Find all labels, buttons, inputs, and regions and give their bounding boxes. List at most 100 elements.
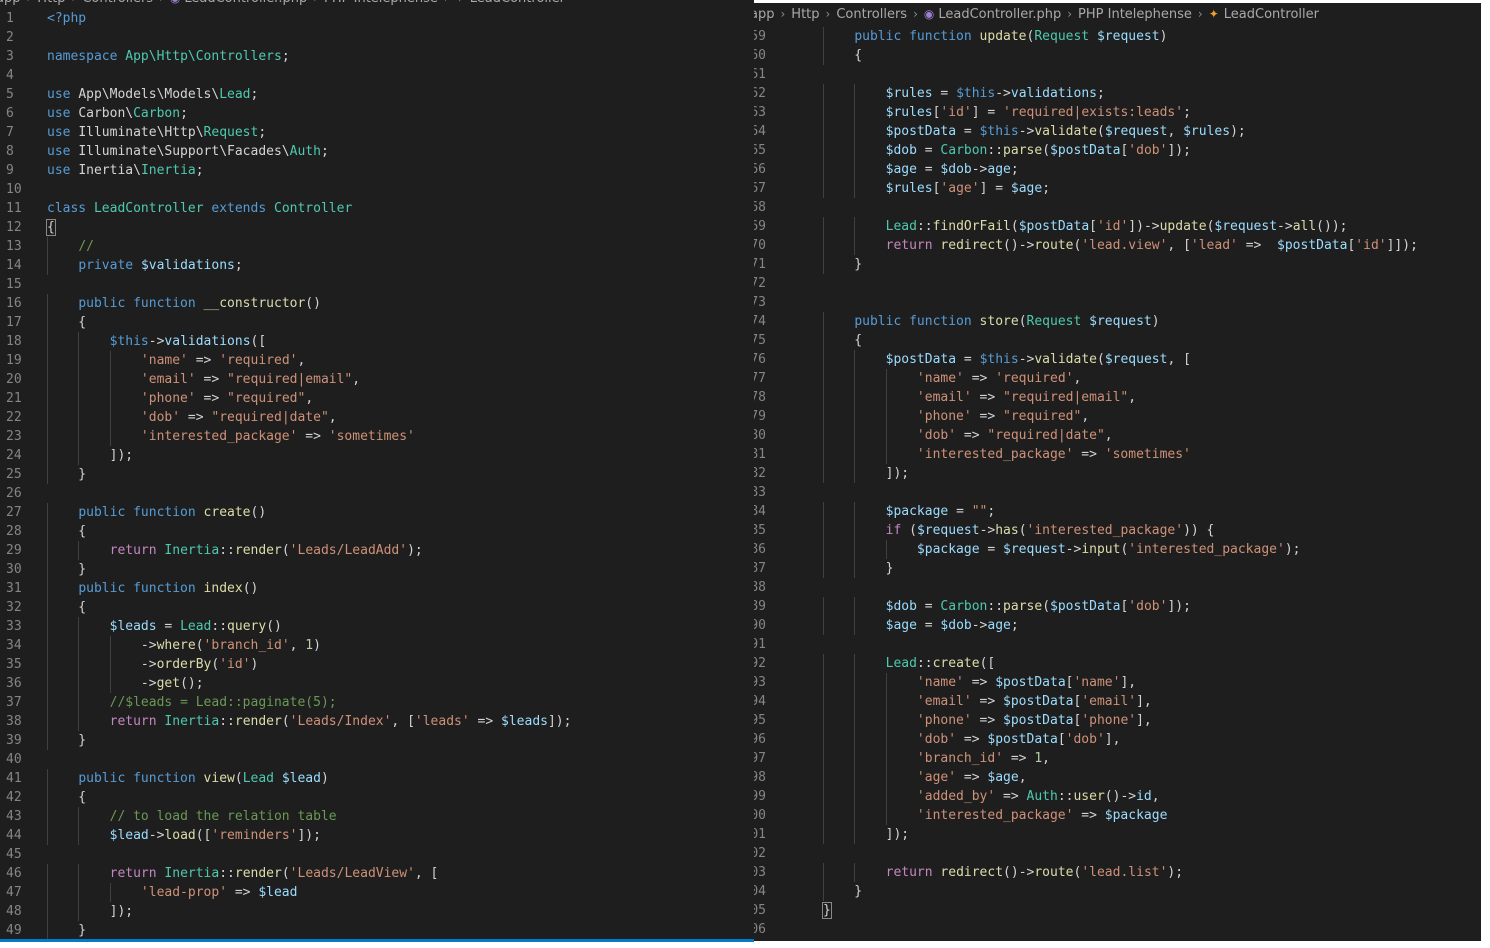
code-editor[interactable]: 1 <?php 2 3 namespace App\Http\Controllers; 4…	[0, 9, 754, 940]
code-line[interactable]: 83	[754, 483, 1481, 502]
code-line[interactable]: 17 {	[0, 313, 754, 332]
code-line[interactable]: 73	[754, 293, 1481, 312]
code-line[interactable]: 4	[0, 66, 754, 85]
code-line[interactable]: 7 use Illuminate\Http\Request;	[0, 123, 754, 142]
code-line[interactable]: 29 return Inertia::render('Leads/LeadAdd…	[0, 541, 754, 560]
code-line[interactable]: 18 $this->validations([	[0, 332, 754, 351]
code-line[interactable]: 10	[0, 180, 754, 199]
code-line[interactable]: 47 'lead-prop' => $lead	[0, 883, 754, 902]
editor-pane-right[interactable]: app › Http › Controllers › ◉LeadController.php…	[754, 3, 1481, 941]
code-line[interactable]: 1 <?php	[0, 9, 754, 28]
code-line[interactable]: 24 ]);	[0, 446, 754, 465]
code-line[interactable]: 62 $rules = $this->validations;	[754, 84, 1481, 103]
code-line[interactable]: 12 {	[0, 218, 754, 237]
code-line[interactable]: 103 return redirect()->route('lead.list'…	[754, 863, 1481, 882]
code-line[interactable]: 44 $lead->load(['reminders']);	[0, 826, 754, 845]
code-line[interactable]: 9 use Inertia\Inertia;	[0, 161, 754, 180]
code-line[interactable]: 79 'phone' => "required",	[754, 407, 1481, 426]
code-line[interactable]: 87 }	[754, 559, 1481, 578]
code-line[interactable]: 72	[754, 274, 1481, 293]
code-line[interactable]: 95 'phone' => $postData['phone'],	[754, 711, 1481, 730]
code-line[interactable]: 45	[0, 845, 754, 864]
code-line[interactable]: 102	[754, 844, 1481, 863]
code-line[interactable]: 100 'interested_package' => $package	[754, 806, 1481, 825]
code-line[interactable]: 94 'email' => $postData['email'],	[754, 692, 1481, 711]
code-line[interactable]: 39 }	[0, 731, 754, 750]
code-line[interactable]: 32 {	[0, 598, 754, 617]
code-line[interactable]: 69 Lead::findOrFail($postData['id'])->up…	[754, 217, 1481, 236]
code-line[interactable]: 81 'interested_package' => 'sometimes'	[754, 445, 1481, 464]
code-line[interactable]: 74 public function store(Request $reques…	[754, 312, 1481, 331]
code-line[interactable]: 101 ]);	[754, 825, 1481, 844]
breadcrumb-item[interactable]: ✦ LeadController	[455, 0, 565, 9]
code-line[interactable]: 35 ->orderBy('id')	[0, 655, 754, 674]
code-line[interactable]: 20 'email' => "required|email",	[0, 370, 754, 389]
code-line[interactable]: 82 ]);	[754, 464, 1481, 483]
breadcrumb-item[interactable]: app	[754, 4, 774, 25]
code-line[interactable]: 106	[754, 920, 1481, 939]
code-line[interactable]: 49 }	[0, 921, 754, 940]
code-line[interactable]: 91	[754, 635, 1481, 654]
code-line[interactable]: 86 $package = $request->input('intereste…	[754, 540, 1481, 559]
code-line[interactable]: 66 $age = $dob->age;	[754, 160, 1481, 179]
code-line[interactable]: 33 $leads = Lead::query()	[0, 617, 754, 636]
code-line[interactable]: 13 //	[0, 237, 754, 256]
code-line[interactable]: 98 'age' => $age,	[754, 768, 1481, 787]
code-line[interactable]: 28 {	[0, 522, 754, 541]
breadcrumb-item[interactable]: Http	[37, 0, 65, 9]
code-line[interactable]: 15	[0, 275, 754, 294]
code-line[interactable]: 14 private $validations;	[0, 256, 754, 275]
code-line[interactable]: 104 }	[754, 882, 1481, 901]
breadcrumb-item[interactable]: Http	[791, 4, 819, 25]
code-line[interactable]: 48 ]);	[0, 902, 754, 921]
breadcrumb-item[interactable]: Controllers	[836, 4, 907, 25]
code-line[interactable]: 19 'name' => 'required',	[0, 351, 754, 370]
code-line[interactable]: 40	[0, 750, 754, 769]
code-line[interactable]: 34 ->where('branch_id', 1)	[0, 636, 754, 655]
code-line[interactable]: 59 public function update(Request $reque…	[754, 27, 1481, 46]
breadcrumb-item[interactable]: PHP Intelephense	[1078, 4, 1192, 25]
code-line[interactable]: 84 $package = "";	[754, 502, 1481, 521]
breadcrumb-item[interactable]: PHP Intelephense	[324, 0, 438, 9]
code-line[interactable]: 105}	[754, 901, 1481, 920]
code-line[interactable]: 8 use Illuminate\Support\Facades\Auth;	[0, 142, 754, 161]
code-line[interactable]: 78 'email' => "required|email",	[754, 388, 1481, 407]
code-editor[interactable]: 59 public function update(Request $reque…	[754, 27, 1481, 939]
code-line[interactable]: 36 ->get();	[0, 674, 754, 693]
code-line[interactable]: 97 'branch_id' => 1,	[754, 749, 1481, 768]
editor-pane-left[interactable]: app › Http › Controllers › ◉ LeadController.php…	[0, 0, 754, 940]
code-line[interactable]: 41 public function view(Lead $lead)	[0, 769, 754, 788]
code-line[interactable]: 3 namespace App\Http\Controllers;	[0, 47, 754, 66]
code-line[interactable]: 21 'phone' => "required",	[0, 389, 754, 408]
code-line[interactable]: 68	[754, 198, 1481, 217]
code-line[interactable]: 71 }	[754, 255, 1481, 274]
code-line[interactable]: 26	[0, 484, 754, 503]
code-line[interactable]: 11 class LeadController extends Controlle…	[0, 199, 754, 218]
code-line[interactable]: 75 {	[754, 331, 1481, 350]
code-line[interactable]: 90 $age = $dob->age;	[754, 616, 1481, 635]
code-line[interactable]: 31 public function index()	[0, 579, 754, 598]
code-line[interactable]: 38 return Inertia::render('Leads/Index',…	[0, 712, 754, 731]
code-line[interactable]: 80 'dob' => "required|date",	[754, 426, 1481, 445]
code-line[interactable]: 61	[754, 65, 1481, 84]
code-line[interactable]: 65 $dob = Carbon::parse($postData['dob']…	[754, 141, 1481, 160]
breadcrumb-item[interactable]: ✦ LeadController	[1209, 3, 1319, 25]
breadcrumb-item[interactable]: ◉LeadController.php	[170, 0, 307, 9]
breadcrumb-item[interactable]: ◉LeadController.php	[924, 3, 1061, 25]
code-line[interactable]: 16 public function __constructor()	[0, 294, 754, 313]
code-line[interactable]: 96 'dob' => $postData['dob'],	[754, 730, 1481, 749]
code-line[interactable]: 89 $dob = Carbon::parse($postData['dob']…	[754, 597, 1481, 616]
code-line[interactable]: 77 'name' => 'required',	[754, 369, 1481, 388]
code-line[interactable]: 25 }	[0, 465, 754, 484]
code-line[interactable]: 76 $postData = $this->validate($request,…	[754, 350, 1481, 369]
code-line[interactable]: 27 public function create()	[0, 503, 754, 522]
code-line[interactable]: 42 {	[0, 788, 754, 807]
code-line[interactable]: 63 $rules['id'] = 'required|exists:leads…	[754, 103, 1481, 122]
code-line[interactable]: 43 // to load the relation table	[0, 807, 754, 826]
code-line[interactable]: 88	[754, 578, 1481, 597]
code-line[interactable]: 5 use App\Models\Models\Lead;	[0, 85, 754, 104]
code-line[interactable]: 67 $rules['age'] = $age;	[754, 179, 1481, 198]
breadcrumb-item[interactable]: app	[0, 0, 20, 9]
code-line[interactable]: 22 'dob' => "required|date",	[0, 408, 754, 427]
code-line[interactable]: 85 if ($request->has('interested_package…	[754, 521, 1481, 540]
